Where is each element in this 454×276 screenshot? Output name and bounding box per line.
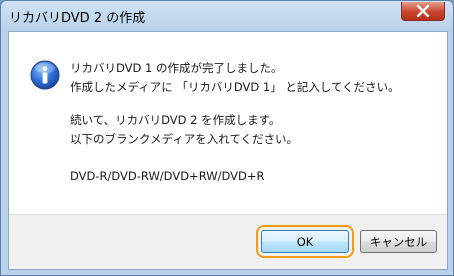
message-line-2: 作成したメディアに 「リカバリDVD 1」 と記入してください。 [70, 80, 400, 94]
title-bar[interactable]: リカバリDVD 2 の作成 [1, 1, 453, 31]
media-types-text: DVD-R/DVD-RW/DVD+RW/DVD+R [70, 169, 265, 183]
separator [9, 214, 447, 215]
close-icon [416, 5, 430, 17]
ok-button[interactable]: OK [256, 225, 354, 258]
message-area: リカバリDVD 1 の作成が完了しました。 作成したメディアに 「リカバリDVD… [9, 32, 447, 214]
message-line-4: 以下のブランクメディアを入れてください。 [70, 132, 299, 146]
message-line-1: リカバリDVD 1 の作成が完了しました。 [70, 61, 283, 75]
window-title: リカバリDVD 2 の作成 [9, 11, 146, 26]
dialog-window: リカバリDVD 2 の作成 リカバリDVD 1 の作成が完了しました。 作成した… [0, 0, 454, 276]
message-line-3: 続いて、リカバリDVD 2 を作成します。 [70, 113, 281, 127]
cancel-button[interactable]: キャンセル [360, 230, 437, 253]
close-button[interactable] [401, 2, 445, 21]
information-icon [30, 60, 60, 90]
dialog-body: リカバリDVD 1 の作成が完了しました。 作成したメディアに 「リカバリDVD… [8, 31, 448, 270]
